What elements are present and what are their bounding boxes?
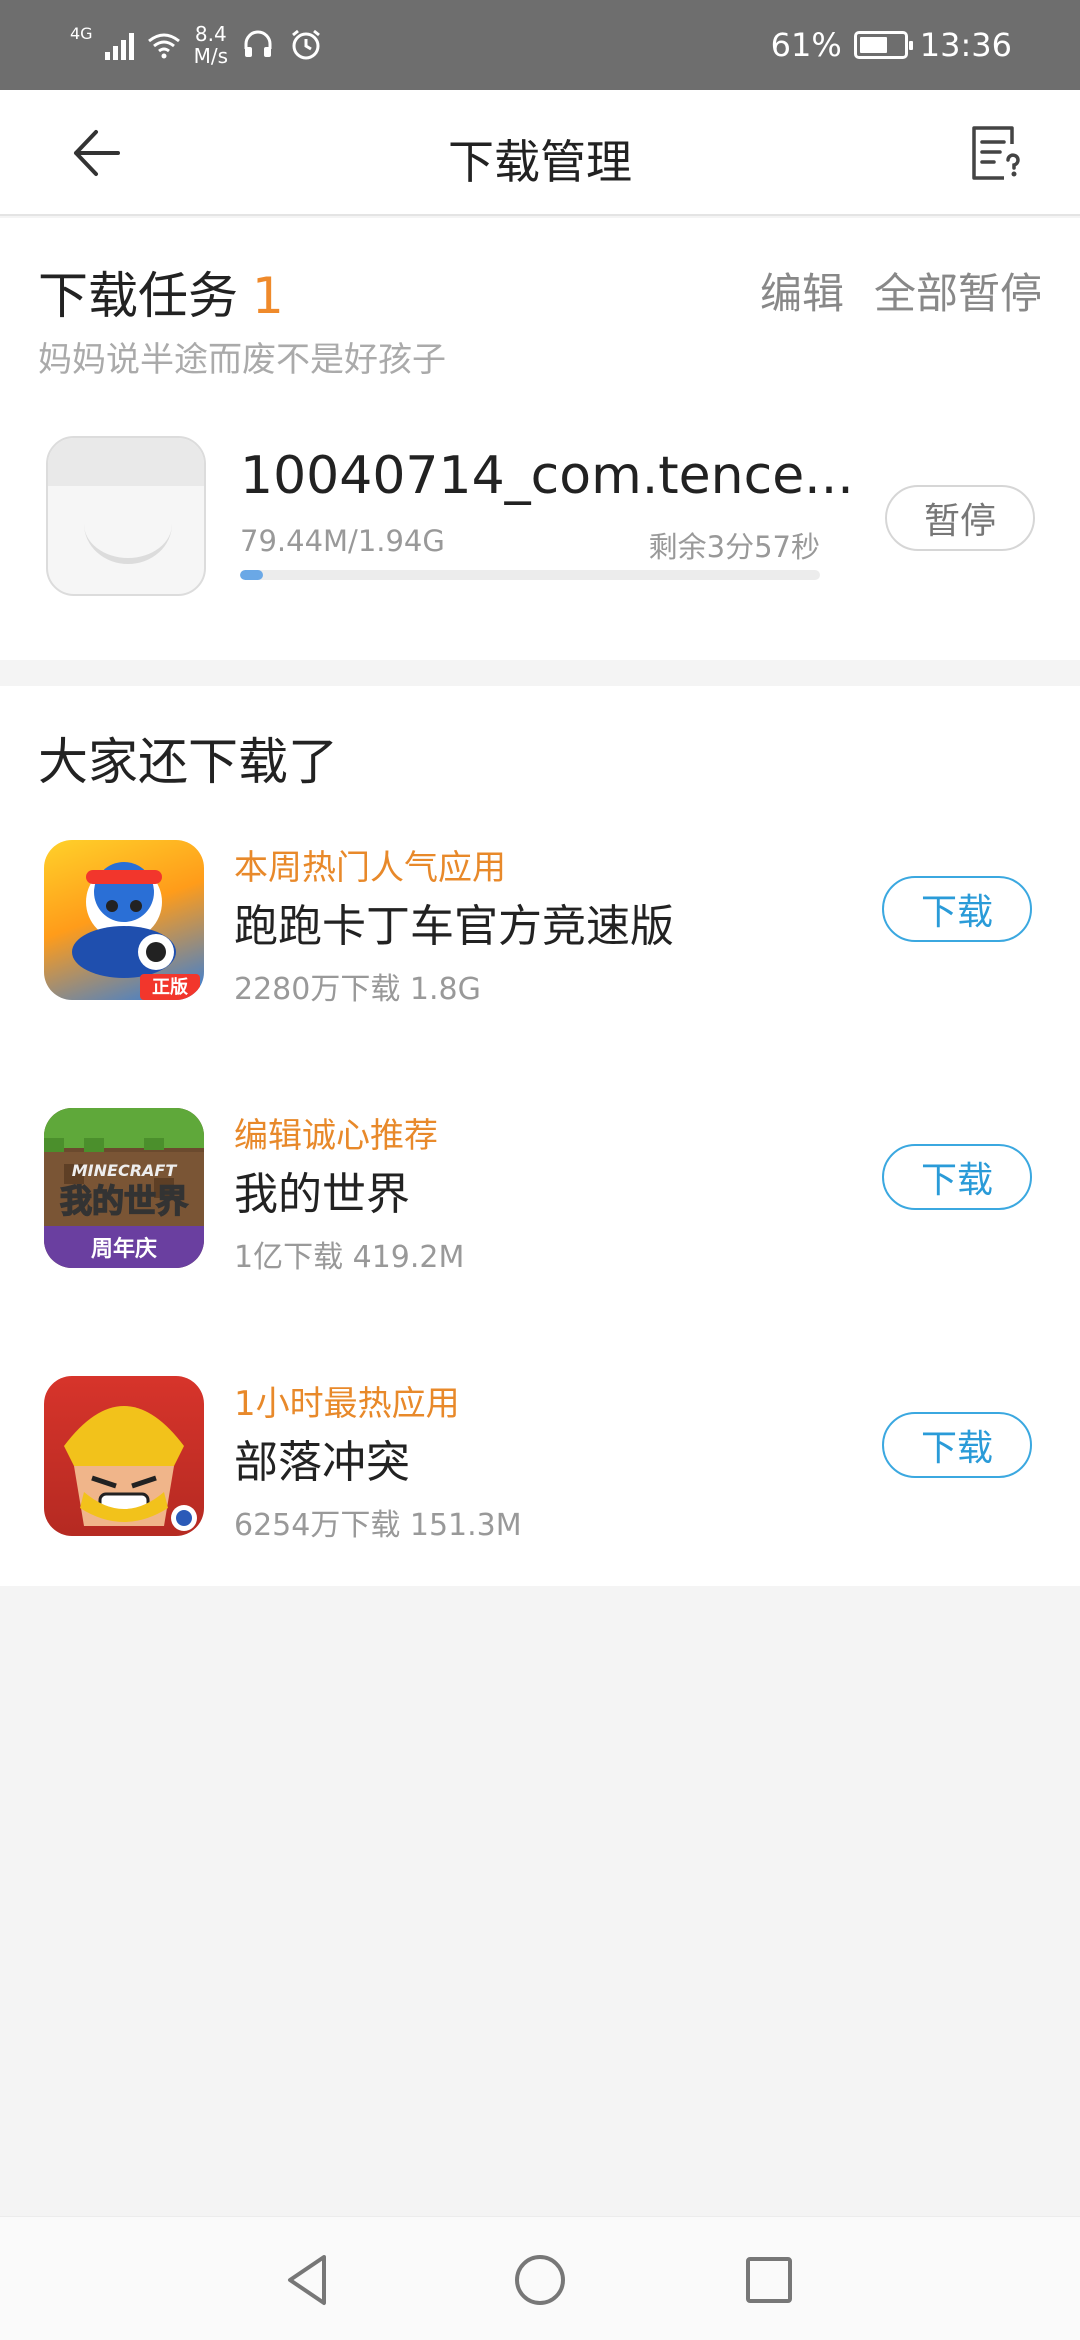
headset-icon bbox=[244, 30, 272, 57]
download-task-title: 下载任务 bbox=[38, 267, 238, 325]
kart-rider-badge: 正版 bbox=[152, 976, 188, 998]
status-right: 61% 13:36 bbox=[771, 20, 1012, 70]
page-title: 下载管理 bbox=[448, 135, 632, 189]
placeholder-band bbox=[48, 438, 204, 486]
app-name: 部落冲突 bbox=[234, 1437, 410, 1488]
app-name: 我的世界 bbox=[234, 1169, 410, 1220]
edit-button[interactable]: 编辑 bbox=[760, 260, 844, 321]
app-list-item[interactable]: 1小时最热应用 部落冲突 6254万下载 151.3M 下载 bbox=[0, 1376, 1080, 1546]
wifi-icon bbox=[147, 33, 180, 59]
minecraft-logo-text: MINECRAFT bbox=[72, 1161, 178, 1180]
back-triangle-icon[interactable] bbox=[274, 2245, 344, 2315]
alarm-icon bbox=[292, 29, 320, 60]
recents-square-icon[interactable] bbox=[734, 2245, 804, 2315]
kart-rider-icon: 正版 bbox=[44, 840, 204, 1000]
download-file-name[interactable]: 10040714_com.tence... bbox=[240, 446, 854, 506]
battery-percent: 61% bbox=[770, 26, 842, 64]
feedback-list-icon[interactable] bbox=[964, 120, 1030, 186]
placeholder-smile bbox=[84, 484, 172, 564]
minecraft-logo-cn: 我的世界 bbox=[60, 1182, 188, 1220]
app-tag: 本周热门人气应用 bbox=[234, 848, 506, 888]
download-progress-fill bbox=[240, 570, 264, 580]
download-progress-bar bbox=[240, 570, 820, 580]
download-file-size: 79.44M/1.94G bbox=[240, 524, 445, 558]
top-navigation: 下载管理 bbox=[0, 90, 1080, 216]
download-button[interactable]: 下载 bbox=[882, 1144, 1032, 1210]
battery-icon bbox=[853, 31, 913, 59]
app-meta: 6254万下载 151.3M bbox=[234, 1508, 522, 1543]
app-name: 跑跑卡丁车官方竞速版 bbox=[234, 901, 674, 952]
clash-of-clans-icon bbox=[44, 1376, 204, 1536]
network-type: 4G bbox=[70, 24, 93, 43]
speed-unit: M/s bbox=[193, 44, 228, 68]
download-task-heading: 下载任务 1 bbox=[38, 256, 284, 328]
status-left: 4G 8.4 M/s bbox=[70, 20, 324, 70]
app-meta: 1亿下载 419.2M bbox=[234, 1240, 465, 1275]
download-task-count: 1 bbox=[252, 267, 284, 325]
signal-icon bbox=[104, 30, 134, 60]
recommendations-title: 大家还下载了 bbox=[38, 733, 338, 791]
network-speed: 8.4 M/s bbox=[194, 23, 228, 67]
battery-fill bbox=[859, 37, 887, 53]
minecraft-icon: MINECRAFT 我的世界 周年庆 bbox=[44, 1108, 204, 1268]
minecraft-badge: 周年庆 bbox=[91, 1236, 157, 1262]
download-button[interactable]: 下载 bbox=[882, 1412, 1032, 1478]
system-navigation-bar bbox=[0, 2216, 1080, 2340]
status-bar: 4G 8.4 M/s 61% 13:36 bbox=[0, 0, 1080, 90]
download-time-remaining: 剩余3分57秒 bbox=[648, 530, 820, 564]
download-button[interactable]: 下载 bbox=[882, 876, 1032, 942]
recommendations-section: 大家还下载了 正版 本周热门人气应用 跑跑卡丁车官方竞速版 2280万下载 1.… bbox=[0, 686, 1080, 1586]
clock: 13:36 bbox=[919, 26, 1012, 64]
task-actions: 编辑 全部暂停 bbox=[760, 260, 1042, 321]
speed-value: 8.4 bbox=[194, 22, 227, 46]
app-list-item[interactable]: 正版 本周热门人气应用 跑跑卡丁车官方竞速版 2280万下载 1.8G 下载 bbox=[0, 840, 1080, 1010]
download-task-subtitle: 妈妈说半途而废不是好孩子 bbox=[38, 340, 446, 380]
home-circle-icon[interactable] bbox=[505, 2245, 575, 2315]
app-placeholder-icon bbox=[46, 436, 206, 596]
pause-button[interactable]: 暂停 bbox=[885, 485, 1035, 551]
app-list-item[interactable]: MINECRAFT 我的世界 周年庆 编辑诚心推荐 我的世界 1亿下载 419.… bbox=[0, 1108, 1080, 1278]
app-tag: 编辑诚心推荐 bbox=[234, 1116, 438, 1156]
app-meta: 2280万下载 1.8G bbox=[234, 972, 481, 1007]
app-tag: 1小时最热应用 bbox=[234, 1384, 460, 1424]
pause-all-button[interactable]: 全部暂停 bbox=[874, 260, 1042, 321]
